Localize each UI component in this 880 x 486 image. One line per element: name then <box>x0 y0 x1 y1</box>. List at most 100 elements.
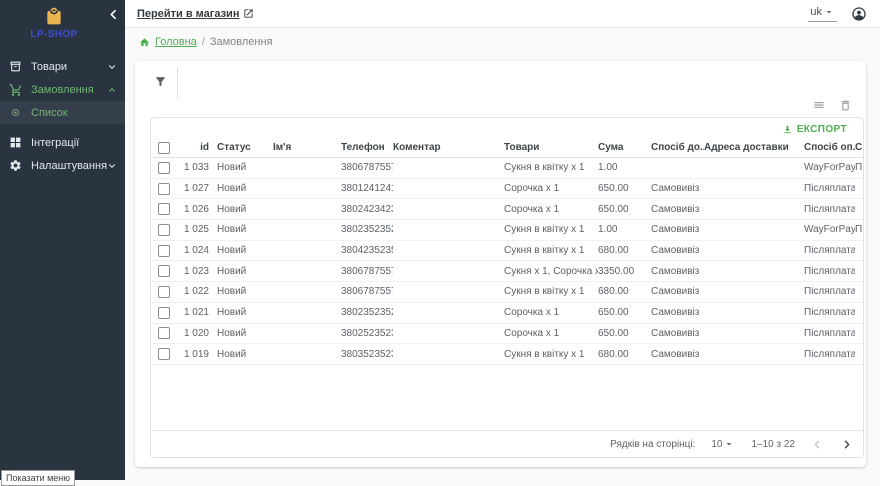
collapse-sidebar-button[interactable] <box>107 8 120 21</box>
sidebar: LP-SHOP Товари Замовлення <box>0 0 125 480</box>
table-row[interactable]: 1 024 Новий 380423523523 Сукня в квітку … <box>151 241 863 262</box>
column-header-payment[interactable]: Спосіб оп... <box>804 142 855 153</box>
row-checkbox[interactable] <box>158 348 170 360</box>
radio-bullet-icon <box>8 105 23 120</box>
sidebar-item-integrations[interactable]: Інтеграції <box>0 131 125 154</box>
chevron-down-icon <box>107 161 117 171</box>
column-header-status[interactable]: Статус <box>209 142 273 153</box>
cell-status: Новий <box>209 328 273 339</box>
cell-sum: 1.00 <box>598 162 651 173</box>
grid-squares-icon <box>8 135 23 150</box>
sidebar-item-settings[interactable]: Налаштування <box>0 154 125 177</box>
cell-delivery: Самовивіз <box>651 245 704 256</box>
gear-icon <box>8 158 23 173</box>
cell-delivery: Самовивіз <box>651 349 704 360</box>
cell-payment: Післяплата <box>804 286 855 297</box>
cell-id: 1 020 <box>179 328 209 339</box>
column-header-goods[interactable]: Товари <box>504 142 598 153</box>
table-row[interactable]: 1 019 Новий 380352352353 Сукня в квітку … <box>151 344 863 365</box>
row-checkbox[interactable] <box>158 286 170 298</box>
cell-payment: WayForPay <box>804 224 855 235</box>
select-all-checkbox[interactable] <box>158 142 170 154</box>
cell-status: Новий <box>209 349 273 360</box>
column-header-payment-status[interactable]: С <box>855 142 863 153</box>
table-row[interactable]: 1 025 Новий 380235235235 Сукня в квітку … <box>151 220 863 241</box>
table-row[interactable]: 1 022 Новий 380678755765 Сукня в квітку … <box>151 282 863 303</box>
column-header-id[interactable]: id <box>179 142 209 153</box>
cell-status: Новий <box>209 204 273 215</box>
column-header-phone[interactable]: Телефон <box>341 142 393 153</box>
table-row[interactable]: 1 023 Новий 380678755722 Сукня x 1, Соро… <box>151 261 863 282</box>
shop-logo-text: LP-SHOP <box>0 29 108 40</box>
row-checkbox[interactable] <box>158 245 170 257</box>
cell-id: 1 023 <box>179 266 209 277</box>
row-checkbox-cell <box>151 307 179 319</box>
cell-goods: Сорочка x 1 <box>504 307 598 318</box>
column-header-comment[interactable]: Коментар <box>393 142 504 153</box>
row-checkbox[interactable] <box>158 183 170 195</box>
row-checkbox-cell <box>151 348 179 360</box>
orders-card: ЕКСПОРТ id Статус Ім'я Телефон Коментар … <box>135 61 866 467</box>
previous-page-button[interactable] <box>811 438 824 451</box>
cell-phone: 380235235235 <box>341 307 393 318</box>
rows-per-page-select[interactable]: 10 <box>711 438 735 450</box>
caret-down-icon <box>723 438 735 450</box>
column-view-button[interactable] <box>812 98 826 112</box>
menu-tooltip: Показати меню <box>1 470 75 486</box>
sidebar-item-products[interactable]: Товари <box>0 55 125 78</box>
breadcrumb-home-link[interactable]: Головна <box>155 36 197 48</box>
row-checkbox[interactable] <box>158 162 170 174</box>
row-checkbox[interactable] <box>158 307 170 319</box>
sidebar-logo-area: LP-SHOP <box>0 0 125 50</box>
table-row[interactable]: 1 021 Новий 380235235235 Сорочка x 1 650… <box>151 303 863 324</box>
cell-status: Новий <box>209 183 273 194</box>
table-row[interactable]: 1 020 Новий 380252352352 Сорочка x 1 650… <box>151 324 863 345</box>
cell-sum: 3350.00 <box>598 266 651 277</box>
cell-delivery: Самовивіз <box>651 307 704 318</box>
delete-button[interactable] <box>839 99 852 112</box>
store-link-label: Перейти в магазин <box>137 8 239 20</box>
cell-id: 1 033 <box>179 162 209 173</box>
next-page-button[interactable] <box>840 438 853 451</box>
table-row[interactable]: 1 033 Новий 380678755765 Сукня в квітку … <box>151 158 863 179</box>
table-row[interactable]: 1 027 Новий 380124124124 Сорочка x 1 650… <box>151 179 863 200</box>
cell-payment: Післяплата <box>804 307 855 318</box>
row-checkbox-cell <box>151 245 179 257</box>
language-select[interactable]: uk <box>808 6 837 22</box>
export-button[interactable]: ЕКСПОРТ <box>776 123 853 136</box>
cell-phone: 380352352353 <box>341 349 393 360</box>
cell-phone: 380252352352 <box>341 328 393 339</box>
column-header-address[interactable]: Адреса доставки <box>704 142 804 153</box>
column-header-sum[interactable]: Сума <box>598 142 651 153</box>
sidebar-item-orders-list[interactable]: Список <box>0 101 125 124</box>
row-checkbox[interactable] <box>158 224 170 236</box>
filter-button[interactable] <box>152 73 169 90</box>
cell-phone: 380678755765 <box>341 162 393 173</box>
sidebar-nav: Товари Замовлення Список Інтеграці <box>0 55 125 177</box>
cell-payment-status: П <box>855 224 863 235</box>
sidebar-item-label: Налаштування <box>31 160 107 172</box>
orders-table-body: 1 033 Новий 380678755765 Сукня в квітку … <box>151 158 863 365</box>
go-to-store-link[interactable]: Перейти в магазин <box>137 8 254 20</box>
filter-funnel-icon <box>154 75 167 88</box>
row-checkbox[interactable] <box>158 203 170 215</box>
table-row[interactable]: 1 026 Новий 380242342342 Сорочка x 1 650… <box>151 199 863 220</box>
home-icon <box>139 37 150 48</box>
sidebar-item-orders[interactable]: Замовлення <box>0 78 125 101</box>
cell-payment: Післяплата <box>804 204 855 215</box>
row-checkbox[interactable] <box>158 265 170 277</box>
breadcrumb-separator: / <box>202 36 205 48</box>
cell-goods: Сукня в квітку x 1 <box>504 349 598 360</box>
sidebar-item-label: Інтеграції <box>31 137 117 149</box>
account-button[interactable] <box>851 6 867 22</box>
column-header-name[interactable]: Ім'я <box>273 142 341 153</box>
sidebar-item-label: Список <box>31 107 117 119</box>
cell-goods: Сорочка x 1 <box>504 183 598 194</box>
content-area: Головна / Замовлення <box>125 28 880 480</box>
row-checkbox-cell <box>151 265 179 277</box>
cell-sum: 650.00 <box>598 183 651 194</box>
cell-phone: 380235235235 <box>341 224 393 235</box>
column-header-delivery[interactable]: Спосіб до... <box>651 142 704 153</box>
cell-id: 1 021 <box>179 307 209 318</box>
row-checkbox[interactable] <box>158 327 170 339</box>
